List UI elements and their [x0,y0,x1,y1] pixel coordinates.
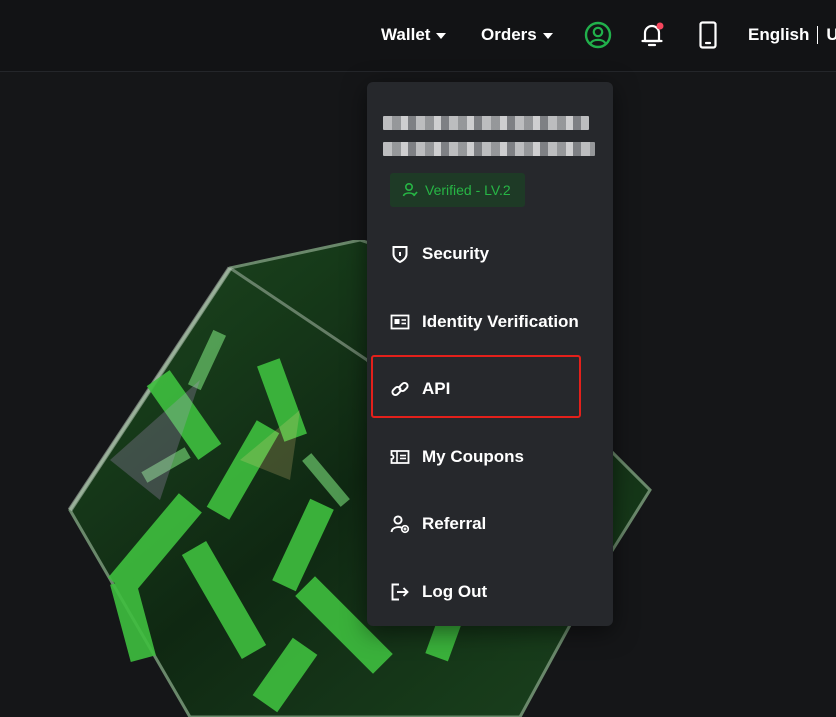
user-circle-icon [584,21,612,49]
caret-down-icon [436,32,447,39]
logout-icon [389,581,411,603]
menu-item-label: Log Out [422,582,488,601]
notification-dot [656,22,664,30]
masked-account-name [383,116,589,130]
menu-item-label: Security [422,244,490,263]
masked-account-id [383,142,595,156]
verified-status-badge: Verified - LV.2 [390,173,525,207]
menu-item-label: My Coupons [422,447,524,466]
verified-badge-label: Verified - LV.2 [425,182,511,198]
notifications-button[interactable] [636,18,668,52]
language-divider [817,26,819,44]
menu-item-label: API [422,379,451,398]
menu-item-referral[interactable]: Referral [367,498,613,550]
menu-item-security[interactable]: Security [367,228,613,280]
top-navigation-bar: Wallet Orders English U [0,0,836,72]
account-button[interactable] [582,18,614,52]
verified-user-icon [402,182,418,197]
orders-menu-button[interactable]: Orders [481,0,553,70]
link-icon [389,378,411,400]
account-dropdown-menu: Verified - LV.2 Security Identity Verifi… [367,82,613,626]
language-label: English [748,25,810,44]
menu-item-log-out[interactable]: Log Out [367,566,613,618]
menu-item-api[interactable]: API [367,363,613,415]
shield-icon [389,243,411,265]
wallet-label: Wallet [381,25,431,44]
referral-user-icon [389,513,411,535]
currency-label: U [826,25,836,44]
mobile-phone-icon [699,21,717,49]
bell-icon [641,22,664,47]
menu-item-identity-verification[interactable]: Identity Verification [367,296,613,348]
id-card-icon [389,311,411,333]
menu-item-label: Identity Verification [422,312,579,331]
menu-item-label: Referral [422,514,487,533]
orders-label: Orders [481,25,537,44]
menu-item-my-coupons[interactable]: My Coupons [367,431,613,483]
coupon-ticket-icon [389,446,411,468]
language-selector[interactable]: English U [748,0,836,70]
caret-down-icon [542,32,553,39]
wallet-menu-button[interactable]: Wallet [381,0,447,70]
mobile-app-button[interactable] [692,18,724,52]
